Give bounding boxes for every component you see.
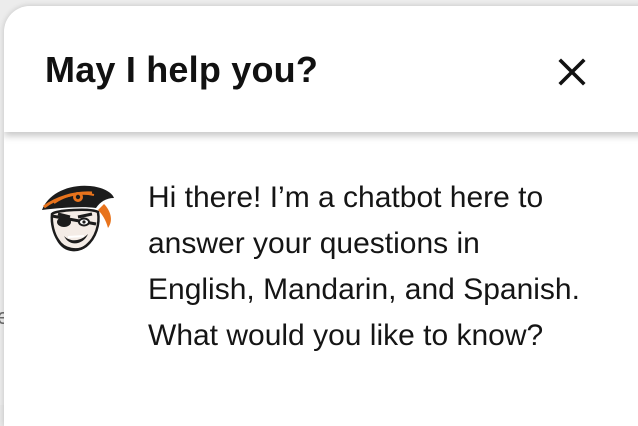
close-button[interactable] xyxy=(550,50,594,94)
message-line: What would you like to know? xyxy=(148,313,618,359)
bot-message: Hi there! I’m a chatbot here to answer y… xyxy=(148,175,618,359)
avatar xyxy=(34,176,118,260)
pirate-mascot-icon xyxy=(34,176,118,260)
close-icon xyxy=(550,50,594,94)
chat-body: Hi there! I’m a chatbot here to answer y… xyxy=(4,132,638,426)
chat-header: May I help you? xyxy=(4,6,638,132)
message-line: Hi there! I’m a chatbot here to xyxy=(148,175,618,221)
chat-widget: May I help you? xyxy=(4,6,638,426)
message-line: English, Mandarin, and Spanish. xyxy=(148,267,618,313)
chat-title: May I help you? xyxy=(45,49,318,91)
message-line: answer your questions in xyxy=(148,221,618,267)
